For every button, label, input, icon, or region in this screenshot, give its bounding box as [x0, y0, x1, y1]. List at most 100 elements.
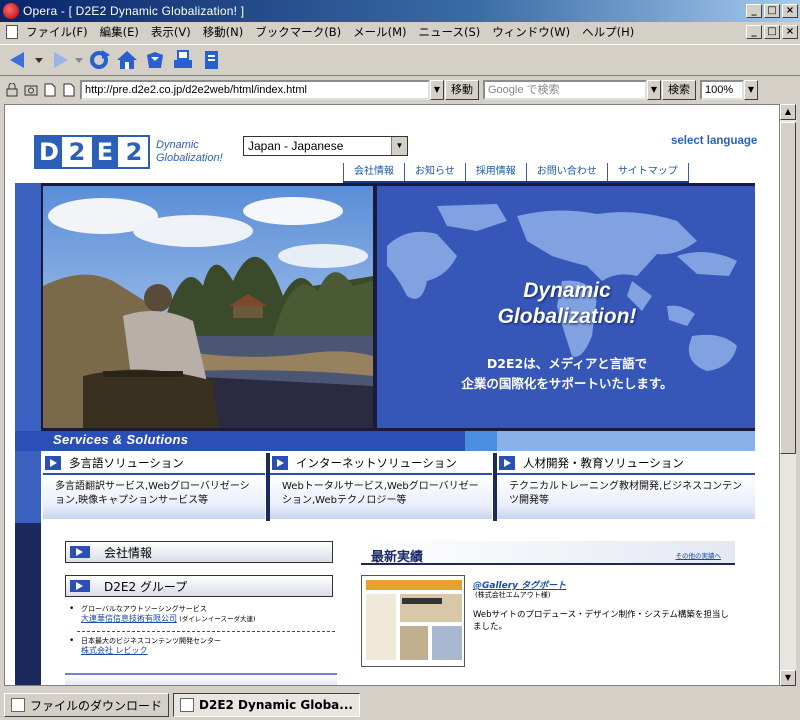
scroll-down-icon[interactable]: ▼ [780, 670, 796, 686]
document-window-controls: _ □ × [746, 25, 800, 39]
menu-news[interactable]: ニュース(S) [413, 24, 487, 40]
vertical-scrollbar[interactable]: ▲ ▼ [780, 104, 796, 686]
services-bar-accent-light [497, 431, 755, 451]
logo-letter: E [92, 137, 120, 167]
service-description: テクニカルトレーニング教材開発,ビジネスコンテンツ開発等 [497, 475, 755, 519]
hero-banner: Dynamic Globalization! D2E2は、メディアと言語で 企業… [15, 183, 755, 431]
tagline-line: Dynamic [156, 139, 199, 151]
hero-photo [43, 186, 373, 428]
menu-navigate[interactable]: 移動(N) [197, 24, 250, 40]
search-button[interactable]: 検索 [662, 80, 696, 100]
top-navigation: 会社情報 お知らせ 採用情報 お問い合わせ サイトマップ [343, 163, 689, 183]
service-title[interactable]: インターネットソリューション [296, 455, 457, 471]
left-rail-dark [15, 523, 41, 685]
site-icon[interactable] [61, 82, 77, 98]
service-multilingual[interactable]: 多言語ソリューション 多言語翻訳サービス,Webグローバリゼーション,映像キャプ… [43, 453, 265, 521]
service-description: Webトータルサービス,Webグローバリゼーション,Webテクノロジー等 [270, 475, 492, 519]
service-internet[interactable]: インターネットソリューション Webトータルサービス,Webグローバリゼーション… [270, 453, 492, 521]
close-button[interactable]: × [782, 4, 798, 18]
doc-minimize-button[interactable]: _ [746, 25, 762, 39]
logo-mark: D 2 E 2 [34, 135, 150, 169]
url-dropdown-button[interactable]: ▼ [430, 80, 444, 100]
menu-mail[interactable]: メール(M) [347, 24, 412, 40]
arrow-right-icon [45, 456, 61, 470]
logo-letter: D [36, 137, 64, 167]
doc-close-button[interactable]: × [782, 25, 798, 39]
menu-window[interactable]: ウィンドウ(W) [486, 24, 576, 40]
go-button[interactable]: 移動 [445, 80, 479, 100]
search-dropdown-button[interactable]: ▼ [647, 80, 661, 100]
cookie-icon[interactable] [23, 82, 39, 98]
addressbar: http://pre.d2e2.co.jp/d2e2web/html/index… [0, 78, 800, 102]
group-note: (ダイレンイースーダ大連) [179, 615, 256, 623]
back-icon[interactable] [6, 47, 32, 73]
nav-sitemap[interactable]: サイトマップ [606, 163, 689, 181]
group-caption: グローバルなアウトソーシングサービス [81, 605, 207, 613]
page-icon[interactable] [198, 47, 224, 73]
doc-restore-button[interactable]: □ [764, 25, 780, 39]
maximize-button[interactable]: □ [764, 4, 780, 18]
service-header: インターネットソリューション [270, 453, 492, 475]
company-info-button[interactable]: 会社情報 [65, 541, 333, 563]
hero-world-map-panel: Dynamic Globalization! D2E2は、メディアと言語で 企業… [377, 186, 755, 428]
services-bar-accent [465, 431, 497, 451]
hero-subtitle-line: D2E2は、メディアと言語で [486, 356, 648, 371]
d2e2-logo[interactable]: D 2 E 2 Dynamic Globalization! [34, 135, 223, 169]
side-button-label: 会社情報 [104, 545, 153, 560]
hotlist-icon[interactable] [142, 47, 168, 73]
print-icon[interactable] [170, 47, 196, 73]
logo-tagline: Dynamic Globalization! [156, 139, 223, 165]
news-thumbnail[interactable] [361, 575, 465, 667]
zoom-dropdown-button[interactable]: ▼ [744, 80, 758, 100]
arrow-right-icon [70, 580, 90, 592]
language-select[interactable]: Japan - Japanese ▼ [243, 136, 408, 156]
zoom-field[interactable]: 100% [700, 80, 744, 100]
minimize-button[interactable]: _ [746, 4, 762, 18]
menu-view[interactable]: 表示(V) [145, 24, 197, 40]
nav-news[interactable]: お知らせ [404, 163, 465, 181]
home-icon[interactable] [114, 47, 140, 73]
task-downloads[interactable]: ファイルのダウンロード [4, 693, 170, 717]
search-field[interactable]: Google で検索 [483, 80, 647, 100]
group-link[interactable]: 大連華信信息技術有限公司 [81, 614, 177, 623]
sidebar-footer-box [65, 673, 337, 685]
group-button[interactable]: D2E2 グループ [65, 575, 333, 597]
service-header: 人材開発・教育ソリューション [497, 453, 755, 475]
back-menu-icon[interactable] [34, 47, 44, 73]
page-info-icon[interactable] [42, 82, 58, 98]
nav-contact[interactable]: お問い合わせ [525, 163, 607, 181]
download-icon [11, 698, 25, 712]
task-d2e2-page[interactable]: D2E2 Dynamic Globa... [173, 693, 360, 717]
menu-edit[interactable]: 編集(E) [94, 24, 145, 40]
url-field[interactable]: http://pre.d2e2.co.jp/d2e2web/html/index… [80, 80, 430, 100]
chevron-down-icon[interactable]: ▼ [391, 137, 407, 155]
service-title[interactable]: 多言語ソリューション [69, 455, 184, 471]
service-title[interactable]: 人材開発・教育ソリューション [523, 455, 684, 471]
menu-help[interactable]: ヘルプ(H) [576, 24, 640, 40]
hero-left-strip [15, 183, 41, 431]
group-link[interactable]: 株式会社 レビック [81, 646, 148, 655]
page-viewport: D 2 E 2 Dynamic Globalization! Japan - J… [4, 104, 780, 686]
scroll-up-icon[interactable]: ▲ [780, 104, 796, 120]
security-lock-icon[interactable] [4, 82, 20, 98]
menu-file[interactable]: ファイル(F) [20, 24, 94, 40]
news-more-link[interactable]: その他の実績へ [676, 550, 722, 560]
service-training[interactable]: 人材開発・教育ソリューション テクニカルトレーニング教材開発,ビジネスコンテンツ… [497, 453, 755, 521]
arrow-right-icon [70, 546, 90, 558]
news-item-description: Webサイトのプロデュース・デザイン制作・システム構築を担当しました。 [473, 610, 729, 632]
arrow-right-icon [272, 456, 288, 470]
service-header: 多言語ソリューション [43, 453, 265, 475]
group-company-list: グローバルなアウトソーシングサービス 大連華信信息技術有限公司 (ダイレンイース… [65, 605, 337, 660]
forward-menu-icon[interactable] [74, 47, 84, 73]
select-language-label[interactable]: select language [671, 135, 757, 147]
list-item: 日本最大のビジネスコンテンツ開発センター 株式会社 レビック [65, 637, 337, 660]
hero-subtitle-line: 企業の国際化をサポートいたします。 [461, 376, 673, 391]
nav-company-info[interactable]: 会社情報 [343, 163, 404, 181]
menu-bookmarks[interactable]: ブックマーク(B) [249, 24, 347, 40]
logo-letter: 2 [64, 137, 92, 167]
nav-recruit[interactable]: 採用情報 [464, 163, 526, 181]
reload-icon[interactable] [86, 47, 112, 73]
forward-icon[interactable] [46, 47, 72, 73]
scrollbar-thumb[interactable] [780, 122, 796, 454]
opera-app-icon [3, 3, 19, 19]
